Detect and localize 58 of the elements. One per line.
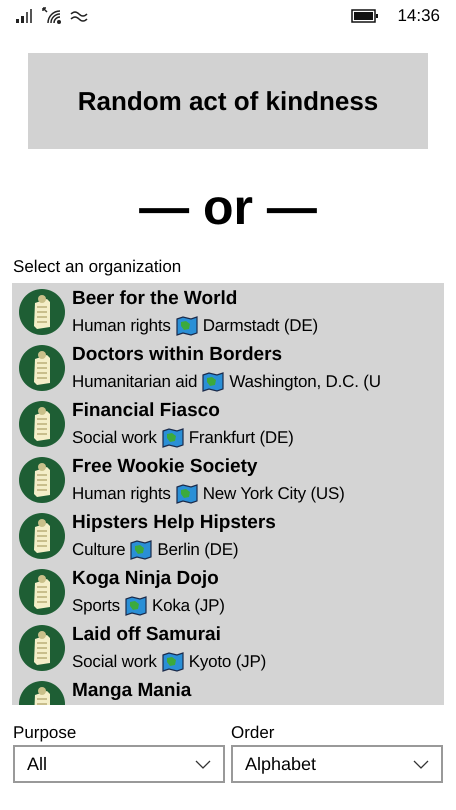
clock: 14:36 bbox=[397, 5, 440, 28]
organization-item[interactable]: Free Wookie Society Human rights New York City (US) bbox=[12, 453, 444, 509]
building-avatar-icon bbox=[19, 513, 65, 559]
map-icon bbox=[124, 596, 147, 616]
signal-icon bbox=[16, 9, 34, 23]
building-avatar-icon bbox=[19, 569, 65, 615]
filter-label: Order bbox=[231, 722, 276, 744]
building-avatar-icon bbox=[19, 289, 65, 335]
organization-purpose: Social work bbox=[72, 651, 157, 673]
organization-name: Koga Ninja Dojo bbox=[72, 567, 220, 591]
organization-location: Washington, D.C. (U bbox=[229, 371, 381, 393]
organization-item[interactable]: Manga Mania bbox=[12, 677, 444, 705]
organization-item[interactable]: Hipsters Help Hipsters Culture Berlin (DE) bbox=[12, 509, 444, 565]
wave-icon bbox=[70, 9, 88, 23]
organization-item[interactable]: Doctors within Borders Humanitarian aid Washington, D.C. (U bbox=[12, 341, 444, 397]
building-avatar-icon bbox=[19, 625, 65, 671]
building-avatar-icon bbox=[19, 345, 65, 391]
building-avatar-icon bbox=[19, 457, 65, 503]
organization-item[interactable]: Financial Fiasco Social work Frankfurt (DE) bbox=[12, 397, 444, 453]
organization-location: Koka (JP) bbox=[152, 595, 225, 617]
wifi-icon bbox=[42, 7, 62, 25]
list-label: Select an organization bbox=[13, 256, 182, 278]
building-avatar-icon bbox=[19, 401, 65, 447]
battery-icon bbox=[351, 9, 380, 23]
organization-location: Frankfurt (DE) bbox=[188, 427, 294, 449]
organization-purpose: Humanitarian aid bbox=[72, 371, 198, 393]
organization-purpose: Human rights bbox=[72, 483, 171, 505]
organization-item[interactable]: Laid off Samurai Social work Kyoto (JP) bbox=[12, 621, 444, 677]
organization-item[interactable]: Koga Ninja Dojo Sports Koka (JP) bbox=[12, 565, 444, 621]
organization-item[interactable]: Beer for the World Human rights Darmstadt (DE) bbox=[12, 285, 444, 341]
map-icon bbox=[176, 484, 198, 504]
random-act-button[interactable]: Random act of kindness bbox=[28, 53, 428, 149]
map-icon bbox=[130, 540, 152, 560]
organization-name: Financial Fiasco bbox=[72, 399, 221, 423]
organization-purpose: Culture bbox=[72, 539, 126, 561]
filter-dropdown[interactable]: Alphabet bbox=[231, 745, 443, 783]
organization-purpose: Human rights bbox=[72, 315, 171, 337]
filter-label: Purpose bbox=[13, 722, 78, 744]
organization-location: Berlin (DE) bbox=[157, 539, 238, 561]
organization-purpose: Social work bbox=[72, 427, 157, 449]
organization-name: Free Wookie Society bbox=[72, 455, 258, 479]
map-icon bbox=[162, 428, 184, 448]
organization-location: Kyoto (JP) bbox=[188, 651, 266, 673]
map-icon bbox=[162, 652, 184, 672]
organization-purpose: Sports bbox=[72, 595, 120, 617]
map-icon bbox=[176, 316, 198, 336]
organization-name: Hipsters Help Hipsters bbox=[72, 511, 276, 535]
chevron-down-icon bbox=[413, 760, 429, 768]
chevron-down-icon bbox=[195, 760, 211, 768]
organization-name: Manga Mania bbox=[72, 679, 192, 703]
organization-location: Darmstadt (DE) bbox=[202, 315, 318, 337]
map-icon bbox=[202, 372, 224, 392]
organization-name: Beer for the World bbox=[72, 287, 238, 311]
or-separator: — or — bbox=[139, 178, 317, 237]
organization-name: Laid off Samurai bbox=[72, 623, 222, 647]
filter-dropdown[interactable]: All bbox=[13, 745, 225, 783]
organization-location: New York City (US) bbox=[202, 483, 345, 505]
organization-name: Doctors within Borders bbox=[72, 343, 284, 367]
